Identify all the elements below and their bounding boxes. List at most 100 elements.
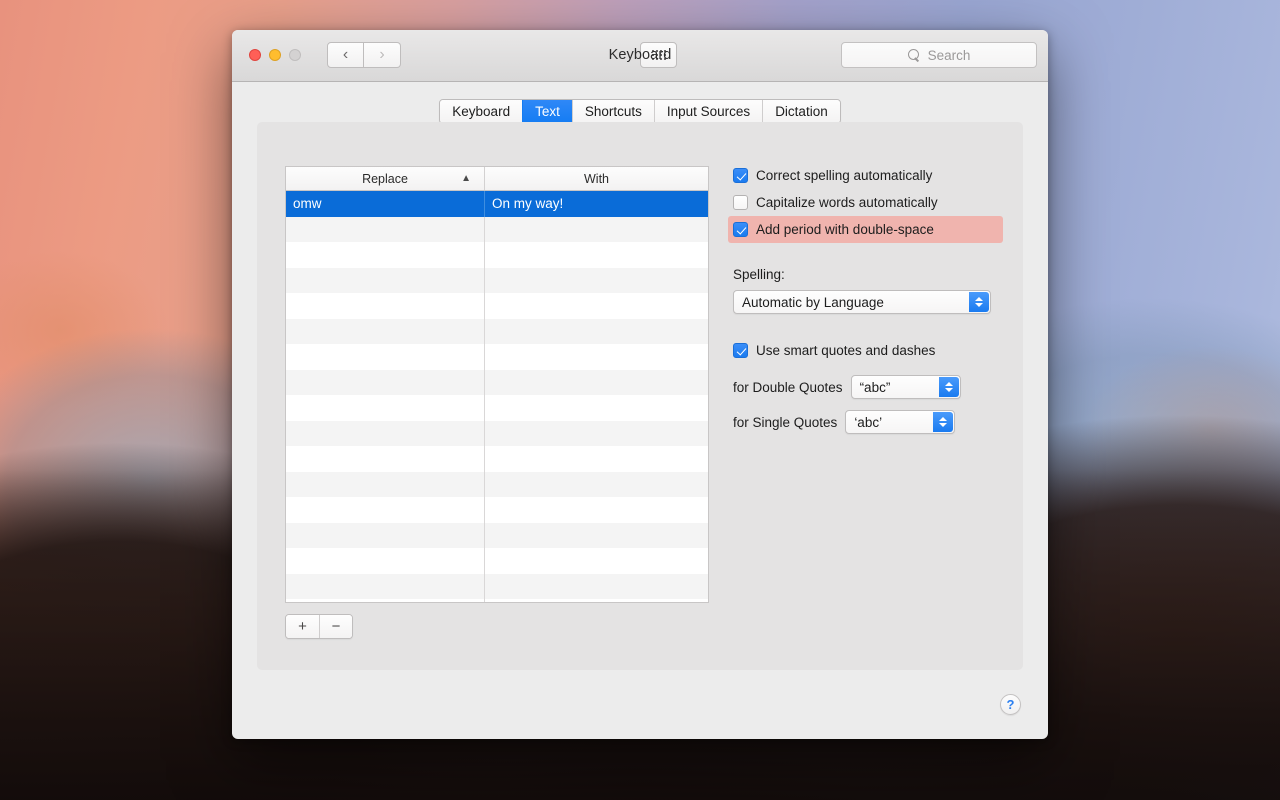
column-header-with-label: With bbox=[584, 171, 609, 186]
cell-with bbox=[485, 268, 708, 294]
help-button[interactable]: ? bbox=[1000, 694, 1021, 715]
cell-replace bbox=[286, 599, 485, 602]
chevron-updown-icon[interactable] bbox=[969, 292, 989, 312]
chevron-updown-icon[interactable] bbox=[938, 377, 959, 397]
table-row-empty[interactable] bbox=[286, 242, 708, 268]
text-options-column: Correct spelling automatically Capitaliz… bbox=[728, 162, 1003, 434]
table-body: omw On my way! bbox=[286, 191, 708, 602]
table-row-empty[interactable] bbox=[286, 420, 708, 447]
cell-with bbox=[485, 497, 708, 523]
table-row-empty[interactable] bbox=[286, 548, 708, 574]
cell-with bbox=[485, 548, 708, 574]
table-row-empty[interactable] bbox=[286, 369, 708, 396]
spelling-dropdown-value: Automatic by Language bbox=[742, 294, 884, 310]
tab-bar: Keyboard Text Shortcuts Input Sources Di… bbox=[232, 82, 1048, 124]
desktop-wallpaper: ‹ › Keyboard Search Keyboard Text Shortc… bbox=[0, 0, 1280, 800]
single-quotes-label: for Single Quotes bbox=[733, 414, 838, 430]
cell-with bbox=[485, 217, 708, 243]
spelling-dropdown[interactable]: Automatic by Language bbox=[733, 290, 991, 314]
cell-with bbox=[485, 344, 708, 370]
column-header-replace-label: Replace bbox=[362, 171, 408, 186]
substitutions-table[interactable]: Replace ▲ With omw On my way! bbox=[285, 166, 709, 603]
cell-with bbox=[485, 599, 708, 602]
add-period-label: Add period with double-space bbox=[756, 222, 934, 237]
correct-spelling-checkbox[interactable] bbox=[733, 168, 748, 183]
cell-replace bbox=[286, 573, 485, 599]
table-row-empty[interactable] bbox=[286, 497, 708, 523]
search-field[interactable]: Search bbox=[841, 42, 1037, 68]
smart-quotes-label: Use smart quotes and dashes bbox=[756, 343, 936, 358]
table-row-empty[interactable] bbox=[286, 216, 708, 243]
capitalize-words-checkbox[interactable] bbox=[733, 195, 748, 210]
window-titlebar: ‹ › Keyboard Search bbox=[232, 30, 1048, 82]
table-row-empty[interactable] bbox=[286, 344, 708, 370]
cell-with bbox=[485, 421, 708, 447]
column-header-replace[interactable]: Replace ▲ bbox=[286, 167, 485, 190]
table-row-empty[interactable] bbox=[286, 293, 708, 319]
cell-replace bbox=[286, 522, 485, 548]
checkbox-row-smart-quotes[interactable]: Use smart quotes and dashes bbox=[728, 337, 1003, 364]
cell-with bbox=[485, 446, 708, 472]
cell-replace bbox=[286, 293, 485, 319]
table-row-empty[interactable] bbox=[286, 446, 708, 472]
cell-replace bbox=[286, 216, 485, 242]
table-row-empty[interactable] bbox=[286, 318, 708, 345]
single-quotes-value: ‘abc’ bbox=[854, 414, 883, 430]
checkbox-row-capitalize-words[interactable]: Capitalize words automatically bbox=[728, 189, 1003, 216]
chevron-updown-icon[interactable] bbox=[933, 412, 954, 432]
search-placeholder: Search bbox=[927, 47, 971, 63]
search-icon bbox=[907, 48, 921, 62]
table-row-empty[interactable] bbox=[286, 522, 708, 549]
cell-replace bbox=[286, 318, 485, 344]
cell-with: On my way! bbox=[492, 196, 564, 212]
cell-replace bbox=[286, 369, 485, 395]
cell-with bbox=[485, 574, 708, 600]
cell-with bbox=[485, 472, 708, 498]
smart-quotes-checkbox[interactable] bbox=[733, 343, 748, 358]
cell-replace: omw bbox=[286, 191, 485, 217]
table-row-empty[interactable] bbox=[286, 267, 708, 294]
table-row-empty[interactable] bbox=[286, 395, 708, 421]
cell-replace bbox=[286, 395, 485, 421]
cell-replace bbox=[286, 420, 485, 446]
cell-with bbox=[485, 395, 708, 421]
tab-input-sources[interactable]: Input Sources bbox=[653, 100, 763, 123]
double-quotes-label: for Double Quotes bbox=[733, 379, 843, 395]
cell-replace bbox=[286, 497, 485, 523]
single-quotes-row: for Single Quotes ‘abc’ bbox=[733, 410, 1003, 434]
remove-substitution-button[interactable]: − bbox=[319, 615, 352, 638]
table-row-empty[interactable] bbox=[286, 573, 708, 600]
table-row-empty[interactable] bbox=[286, 471, 708, 498]
capitalize-words-label: Capitalize words automatically bbox=[756, 195, 938, 210]
tab-shortcuts[interactable]: Shortcuts bbox=[571, 100, 654, 123]
checkbox-row-add-period[interactable]: Add period with double-space bbox=[728, 216, 1003, 243]
correct-spelling-label: Correct spelling automatically bbox=[756, 168, 933, 183]
single-quotes-dropdown[interactable]: ‘abc’ bbox=[845, 410, 956, 434]
system-preferences-window: ‹ › Keyboard Search Keyboard Text Shortc… bbox=[232, 30, 1048, 739]
cell-with bbox=[485, 370, 708, 396]
table-header-row: Replace ▲ With bbox=[286, 167, 708, 191]
cell-replace bbox=[286, 344, 485, 370]
tab-dictation[interactable]: Dictation bbox=[762, 100, 840, 123]
tab-keyboard[interactable]: Keyboard bbox=[440, 100, 523, 123]
table-row-empty[interactable] bbox=[286, 599, 708, 602]
tab-text[interactable]: Text bbox=[522, 100, 572, 123]
table-row[interactable]: omw On my way! bbox=[286, 191, 708, 217]
double-quotes-dropdown[interactable]: “abc” bbox=[850, 375, 961, 399]
cell-with bbox=[485, 242, 708, 268]
checkbox-row-correct-spelling[interactable]: Correct spelling automatically bbox=[728, 162, 1003, 189]
column-header-with[interactable]: With bbox=[485, 167, 708, 190]
cell-replace bbox=[286, 242, 485, 268]
sort-ascending-icon: ▲ bbox=[461, 172, 471, 184]
cell-replace bbox=[286, 446, 485, 472]
add-substitution-button[interactable]: + bbox=[286, 615, 319, 638]
cell-with bbox=[485, 523, 708, 549]
cell-replace bbox=[286, 267, 485, 293]
add-remove-controls: + − bbox=[285, 614, 353, 639]
tab-group: Keyboard Text Shortcuts Input Sources Di… bbox=[439, 99, 841, 124]
cell-replace bbox=[286, 548, 485, 574]
double-quotes-value: “abc” bbox=[859, 379, 891, 395]
text-preferences-panel: Replace ▲ With omw On my way! + − Correc… bbox=[257, 122, 1023, 670]
add-period-checkbox[interactable] bbox=[733, 222, 748, 237]
cell-with bbox=[485, 319, 708, 345]
